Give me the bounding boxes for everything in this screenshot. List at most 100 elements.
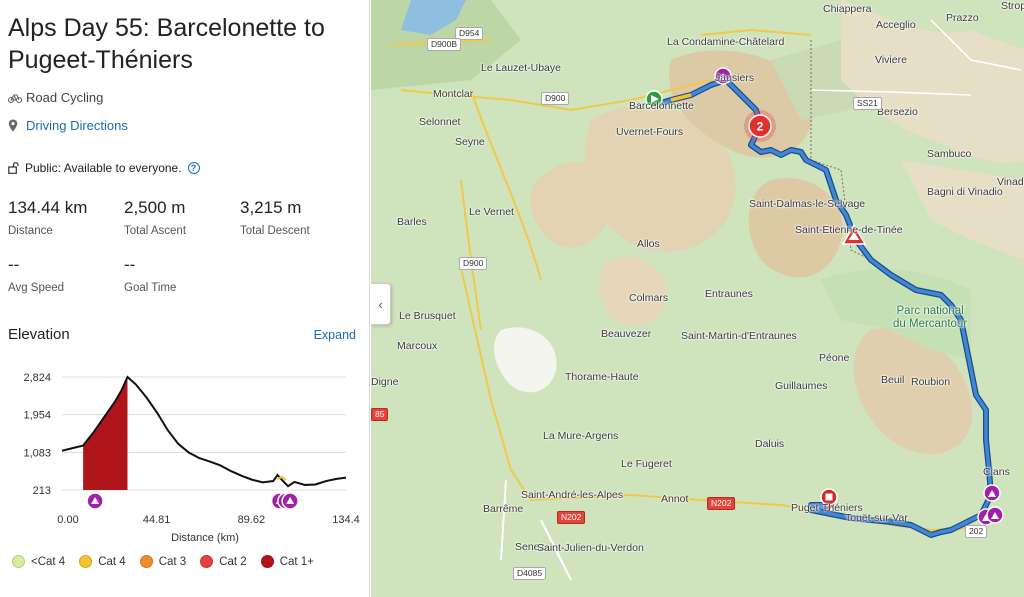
climb-marker-var-2[interactable] [986,506,1004,524]
y-tick-label: 1,954 [23,410,51,422]
y-tick-label: 213 [33,485,51,497]
map-place-label: Jausiers [715,72,755,84]
map-place-label: Clans [983,466,1010,478]
legend-label: Cat 3 [158,555,187,568]
distance-value: 134.44 km [8,198,88,217]
map-place-label: Chiappera [823,3,872,15]
x-tick-label: 0.00 [57,514,78,526]
distance-label: Distance [8,225,53,237]
map-pin-icon [8,119,24,132]
map-place-label: Bersezio [877,106,918,118]
visibility-text: Public: Available to everyone. [25,161,182,175]
climb-category-legend: <Cat 4 Cat 4 Cat 3 Cat 2 Cat 1+ [12,555,328,568]
map-place-label: Barcelonnette [629,100,694,112]
stat-distance: 134.44 km Distance [8,198,87,237]
avg-speed-value: -- [8,255,20,274]
legend-swatch [260,555,274,568]
map-place-label: La Mure-Argens [543,430,619,442]
legend-label: Cat 4 [98,555,126,568]
road-number-label: 85 [371,408,389,421]
route-details-panel: Alps Day 55: Barcelonette to Pugeet-Thén… [0,0,370,597]
park-label: Parc national du Mercantour [893,305,968,330]
map-place-label: Montclar [433,88,474,100]
map-place-label: Annot [661,493,689,505]
road-number-label: D4085 [513,567,547,580]
legend-item: Cat 2 [200,555,247,568]
expand-link[interactable]: Expand [314,328,356,342]
legend-swatch [12,555,25,568]
legend-label: Cat 2 [219,555,247,568]
x-axis-label: Distance (km) [171,532,239,544]
map-place-label: Viviere [875,54,907,66]
waypoint-number: 2 [757,120,764,134]
climb-marker-clans[interactable] [983,484,1001,502]
x-tick-label: 44.81 [143,514,171,526]
avg-speed-label: Avg Speed [8,282,65,294]
legend-label: Cat 1+ [279,555,314,568]
legend-item: Cat 1+ [260,555,314,568]
route-map[interactable]: 2 Chiappera Acceglio Prazzo Stroppo La Conda… [371,0,1024,597]
map-place-label: Le Lauzet-Ubaye [481,62,561,74]
map-place-label: La Condamine-Châtelard [667,36,785,48]
map-place-label: Prazzo [946,12,979,24]
driving-directions-link[interactable]: Driving Directions [26,118,128,133]
help-icon[interactable]: ? [187,162,200,174]
map-place-label: Péone [819,352,850,364]
road-number-label: 202 [965,525,988,538]
elevation-header: Elevation Expand [8,326,356,343]
map-place-label: Thorame-Haute [565,371,639,383]
map-place-label: Vinadi [997,176,1024,188]
legend-item: <Cat 4 [12,555,65,568]
legend-label: <Cat 4 [31,555,66,568]
map-place-label: Le Vernet [469,206,514,218]
map-place-label: Marcoux [397,340,438,352]
ascent-value: 2,500 m [124,198,186,217]
stat-ascent: 2,500 m Total Ascent [124,198,186,237]
directions-row[interactable]: Driving Directions [8,118,128,133]
chevron-left-icon: ‹ [378,296,383,312]
map-place-label: Selonnet [419,116,461,128]
x-tick-label: 134.4 [332,514,360,526]
legend-swatch [79,555,93,568]
climb-segment-shading [83,377,128,490]
map-place-label: Bagni di Vinadio [927,186,1003,198]
road-number-label: D900 [541,92,570,105]
y-tick-label: 2,824 [23,372,51,384]
road-number-label: D900 [459,257,488,270]
map-place-label: Stroppo [1001,0,1024,12]
x-tick-label: 89.62 [238,514,266,526]
map-place-label: Le Fugeret [621,458,672,470]
map-place-label: Guillaumes [775,380,828,392]
map-place-label: Saint-Etienne-de-Tinée [795,224,903,236]
stat-avg-speed: -- Avg Speed [8,255,64,294]
map-place-label: Touët-sur-Var [845,512,908,524]
map-place-label: Barles [397,216,427,228]
waypoint-number-marker[interactable]: 2 [744,110,776,142]
descent-label: Total Descent [240,225,310,237]
map-place-label: Entraunes [705,288,753,300]
ascent-label: Total Ascent [124,225,187,237]
road-number-label: SS21 [853,97,882,110]
map-place-label: Colmars [629,292,669,304]
map-place-label: Saint-André-les-Alpes [521,489,624,501]
goal-time-label: Goal Time [124,282,177,294]
map-place-label: Saint-Julien-du-Verdon [537,542,644,554]
legend-swatch [200,555,214,568]
route-title: Alps Day 55: Barcelonette to Pugeet-Thén… [8,14,325,74]
map-place-label: Beuil [881,374,905,386]
map-place-label: Seyne [455,136,485,148]
descent-value: 3,215 m [240,198,302,217]
legend-item: Cat 4 [79,555,126,568]
map-place-label: Beauvezer [601,328,652,340]
map-place-label: Barrême [483,503,524,515]
map-place-label: Digne [371,376,399,388]
map-place-label: Saint-Dalmas-le-Selvage [749,198,866,210]
map-place-label: Acceglio [876,19,916,31]
legend-swatch [139,555,153,568]
collapse-panel-button[interactable]: ‹ [371,283,391,325]
road-number-label: N202 [707,497,736,510]
bicycle-icon [8,93,24,103]
map-place-label: Daluis [755,438,785,450]
stat-descent: 3,215 m Total Descent [240,198,310,237]
elevation-chart[interactable]: 2,824 1,954 1,083 213 0.00 44.81 89.62 134.4 Dis… [0,360,370,550]
